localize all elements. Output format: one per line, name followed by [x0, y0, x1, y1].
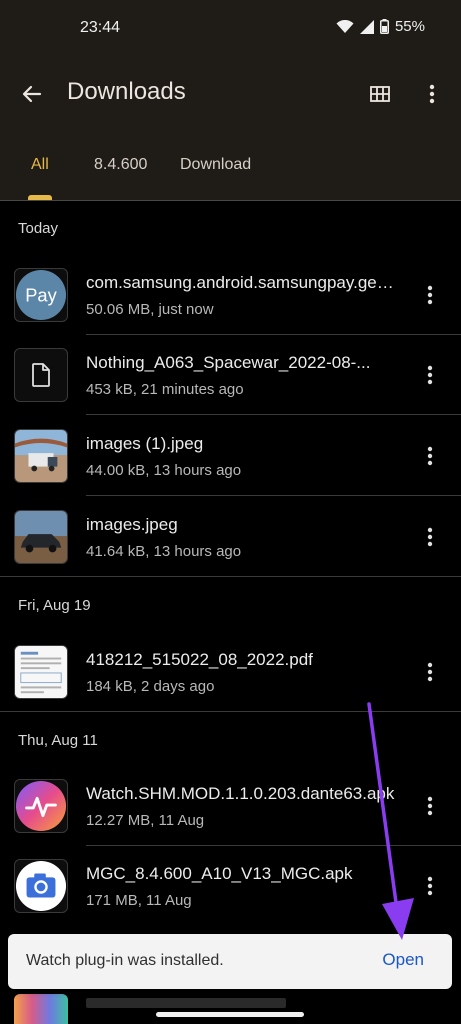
samsung-pay-thumbnail: Pay: [14, 268, 68, 322]
more-vert-icon: [427, 365, 433, 385]
tab-download[interactable]: Download: [180, 156, 251, 174]
file-meta: 184 kB, 2 days ago: [86, 678, 215, 695]
list-item[interactable]: images.jpeg 41.64 kB, 13 hours ago: [0, 497, 461, 577]
more-vert-icon: [427, 662, 433, 682]
grid-view-icon: [370, 86, 390, 102]
file-name: Nothing_A063_Spacewar_2022-08-...: [86, 353, 371, 372]
tab-8-4-600[interactable]: 8.4.600: [94, 156, 147, 174]
section-title-aug-19: Fri, Aug 19: [18, 597, 91, 614]
more-vert-icon: [429, 84, 435, 104]
status-time: 23:44: [80, 19, 121, 36]
list-item[interactable]: images (1).jpeg 44.00 kB, 13 hours ago: [0, 416, 461, 496]
watch-app-icon: [14, 779, 68, 833]
partial-app-icon: [14, 994, 68, 1024]
more-options-button[interactable]: [418, 78, 446, 110]
item-more-button[interactable]: [416, 870, 444, 902]
car-image-thumbnail: [14, 510, 68, 564]
battery-icon: [379, 19, 389, 34]
wifi-icon: [336, 19, 354, 33]
snackbar-open-button[interactable]: Open: [382, 950, 424, 970]
truck-image-thumbnail: [14, 429, 68, 483]
file-meta: 44.00 kB, 13 hours ago: [86, 462, 242, 479]
file-meta: 171 MB, 11 Aug: [86, 892, 192, 909]
more-vert-icon: [427, 446, 433, 466]
row-divider: [86, 495, 461, 496]
list-item[interactable]: 418212_515022_08_2022.pdf 184 kB, 2 days…: [0, 632, 461, 712]
file-icon: [32, 363, 50, 387]
item-more-button[interactable]: [416, 790, 444, 822]
snackbar-message: Watch plug-in was installed.: [26, 952, 224, 969]
item-more-button[interactable]: [416, 359, 444, 391]
tab-all[interactable]: All: [31, 156, 49, 174]
partial-file-name: [86, 998, 286, 1008]
more-vert-icon: [427, 876, 433, 896]
file-name: com.samsung.android.samsungpay.gear_...: [86, 273, 396, 292]
file-name: images.jpeg: [86, 515, 178, 534]
item-more-button[interactable]: [416, 440, 444, 472]
document-thumbnail: [14, 348, 68, 402]
app-header: 23:44 55% Downloads All 8.4.600 Download: [0, 0, 461, 200]
file-meta: 50.06 MB, just now: [86, 301, 214, 318]
signal-icon: [359, 19, 374, 34]
section-title-aug-11: Thu, Aug 11: [18, 732, 98, 749]
file-name: MGC_8.4.600_A10_V13_MGC.apk: [86, 864, 353, 883]
file-name: Watch.SHM.MOD.1.1.0.203.dante63.apk: [86, 784, 395, 803]
file-name: images (1).jpeg: [86, 434, 204, 453]
more-vert-icon: [427, 796, 433, 816]
section-title-today: Today: [18, 220, 59, 237]
file-name: 418212_515022_08_2022.pdf: [86, 650, 313, 669]
list-item[interactable]: Pay com.samsung.android.samsungpay.gear_…: [0, 255, 461, 335]
header-divider: [0, 200, 461, 201]
file-meta: 453 kB, 21 minutes ago: [86, 381, 244, 398]
more-vert-icon: [427, 527, 433, 547]
pdf-thumbnail: [14, 645, 68, 699]
list-item[interactable]: Watch.SHM.MOD.1.1.0.203.dante63.apk 12.2…: [0, 766, 461, 846]
row-divider: [0, 576, 461, 577]
item-more-button[interactable]: [416, 656, 444, 688]
camera-app-icon: [14, 859, 68, 913]
grid-view-button[interactable]: [364, 80, 396, 108]
row-divider: [86, 414, 461, 415]
battery-percent: 55%: [394, 18, 425, 35]
pay-logo-text: Pay: [25, 285, 57, 306]
status-icons: 55%: [336, 18, 425, 35]
gesture-navigation-bar[interactable]: [156, 1012, 304, 1017]
list-item[interactable]: MGC_8.4.600_A10_V13_MGC.apk 171 MB, 11 A…: [0, 846, 461, 926]
item-more-button[interactable]: [416, 279, 444, 311]
item-more-button[interactable]: [416, 521, 444, 553]
file-meta: 12.27 MB, 11 Aug: [86, 812, 205, 829]
snackbar: Watch plug-in was installed. Open: [8, 934, 452, 989]
file-meta: 41.64 kB, 13 hours ago: [86, 543, 242, 560]
more-vert-icon: [427, 285, 433, 305]
list-item-partial: [0, 992, 461, 1024]
arrow-back-icon: [22, 85, 42, 103]
page-title: Downloads: [67, 78, 186, 105]
row-divider: [0, 711, 461, 712]
back-button[interactable]: [14, 78, 50, 110]
list-item[interactable]: Nothing_A063_Spacewar_2022-08-... 453 kB…: [0, 335, 461, 415]
